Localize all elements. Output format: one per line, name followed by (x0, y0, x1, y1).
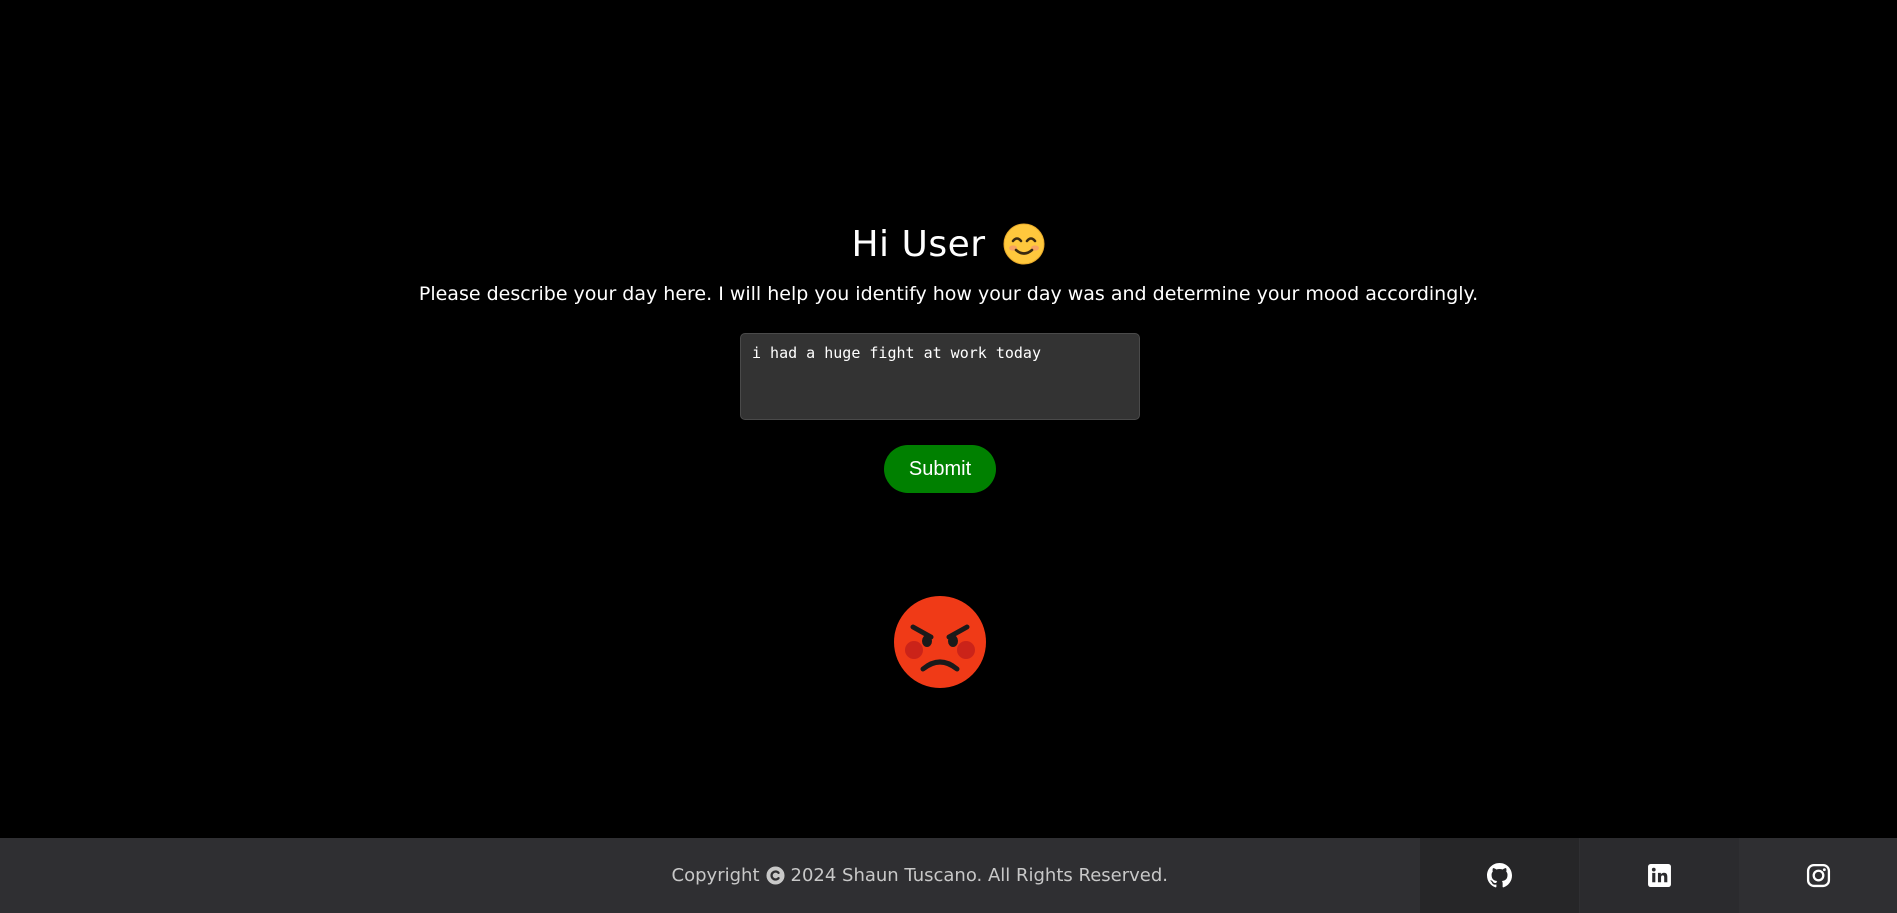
linkedin-icon (1648, 864, 1671, 887)
greeting: Hi User (0, 218, 1897, 270)
angry-face-icon (894, 596, 986, 688)
instagram-link[interactable] (1740, 838, 1897, 913)
copyright-owner: 2024 Shaun Tuscano. All Rights Reserved. (790, 865, 1169, 886)
instruction-text: Please describe your day here. I will he… (418, 283, 1479, 305)
github-link[interactable] (1420, 838, 1579, 913)
submit-button[interactable]: Submit (884, 445, 996, 493)
copyright-text: Copyright 2024 Shaun Tuscano. All Rights… (0, 838, 1420, 913)
footer: Copyright 2024 Shaun Tuscano. All Rights… (0, 838, 1897, 913)
github-icon (1487, 863, 1512, 888)
greeting-title: Hi User (851, 223, 986, 265)
linkedin-link[interactable] (1580, 838, 1739, 913)
day-description-input[interactable]: i had a huge fight at work today (740, 333, 1140, 420)
copyright-icon (765, 866, 785, 885)
smiling-face-icon (1003, 223, 1045, 265)
instagram-icon (1806, 863, 1831, 888)
main-content: Hi User Please describe your day here. I… (0, 0, 1897, 838)
page: Hi User Please describe your day here. I… (0, 0, 1897, 913)
copyright-label: Copyright (671, 865, 760, 886)
